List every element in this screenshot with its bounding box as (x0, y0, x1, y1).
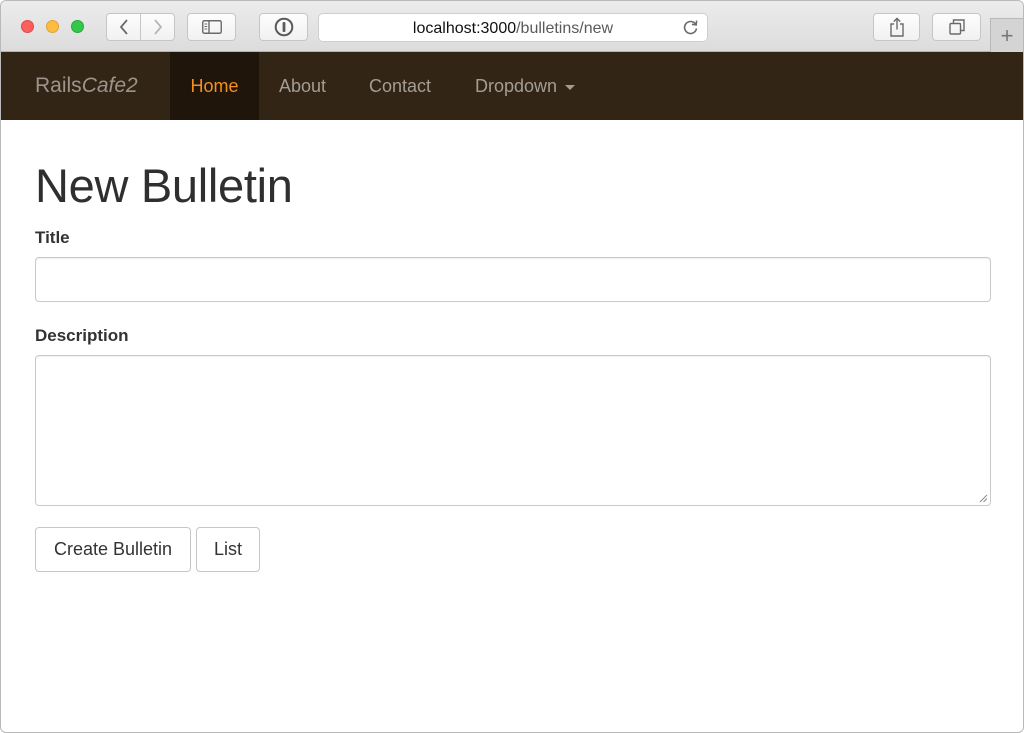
caret-down-icon (565, 84, 576, 90)
chevron-right-icon (153, 19, 162, 35)
app-navbar: RailsCafe2 Home About Contact Dropdown (1, 52, 1023, 120)
browser-toolbar: localhost:3000/bulletins/new + (1, 1, 1023, 52)
nav-item-home[interactable]: Home (170, 52, 259, 120)
address-bar[interactable]: localhost:3000/bulletins/new (318, 13, 708, 42)
url-host: localhost:3000 (412, 20, 517, 37)
minimize-window-button[interactable] (46, 20, 59, 33)
close-window-button[interactable] (21, 20, 34, 33)
description-textarea[interactable] (35, 355, 991, 506)
nav-item-label: Dropdown (475, 75, 558, 96)
new-tab-button[interactable]: + (990, 18, 1023, 52)
nav-item-label: About (279, 75, 327, 96)
url-path: /bulletins/new (516, 20, 614, 37)
resize-handle-icon[interactable] (979, 494, 988, 503)
show-tabs-button[interactable] (932, 13, 981, 41)
page-title: New Bulletin (35, 159, 293, 212)
create-bulletin-button[interactable]: Create Bulletin (35, 527, 191, 572)
nav-item-about[interactable]: About (279, 52, 326, 120)
sidebar-toggle-button[interactable] (187, 13, 236, 41)
browser-window: localhost:3000/bulletins/new + RailsCafe… (0, 0, 1024, 733)
list-button[interactable]: List (196, 527, 260, 572)
reload-button[interactable] (682, 19, 699, 41)
nav-item-dropdown[interactable]: Dropdown (475, 52, 576, 120)
back-button[interactable] (106, 13, 141, 41)
chevron-left-icon (119, 19, 128, 35)
sidebar-icon (201, 20, 222, 34)
nav-item-contact[interactable]: Contact (369, 52, 431, 120)
nav-item-label: Home (190, 75, 239, 96)
url-text: localhost:3000/bulletins/new (319, 20, 707, 38)
share-button[interactable] (873, 13, 920, 41)
title-label: Title (35, 228, 70, 247)
zoom-window-button[interactable] (71, 20, 84, 33)
tabs-overview-icon (948, 19, 965, 35)
description-label: Description (35, 326, 129, 345)
nav-item-label: Contact (369, 75, 432, 96)
password-manager-button[interactable] (259, 13, 308, 41)
forward-button[interactable] (140, 13, 175, 41)
brand-logo[interactable]: RailsCafe2 (35, 74, 138, 98)
reload-icon (683, 20, 698, 35)
title-input[interactable] (35, 257, 991, 302)
password-key-icon (274, 17, 293, 37)
share-icon (889, 17, 904, 37)
brand-text-italic: Cafe2 (81, 74, 138, 97)
plus-icon: + (1000, 22, 1014, 48)
brand-text-plain: Rails (35, 74, 82, 97)
